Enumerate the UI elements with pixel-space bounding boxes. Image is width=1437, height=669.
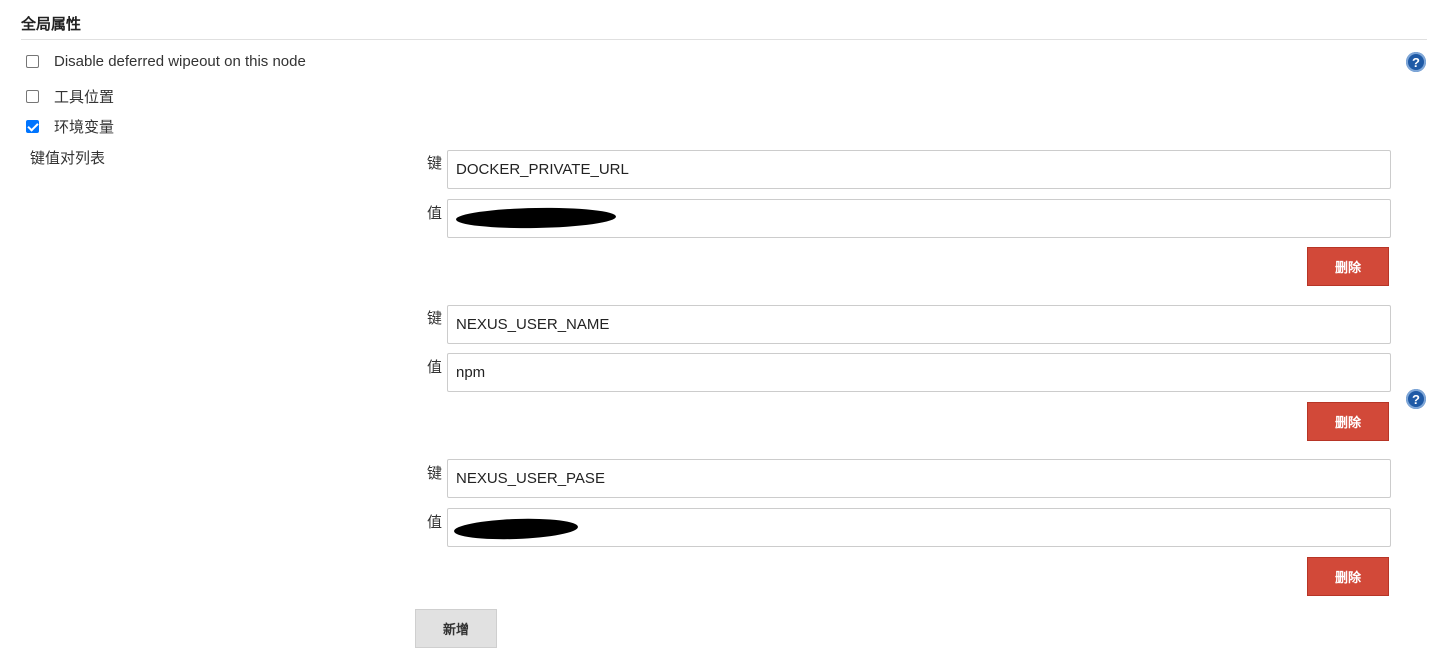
key-value-list-title: 键值对列表 xyxy=(30,150,106,167)
section-divider xyxy=(21,39,1427,40)
key-label: 键 xyxy=(427,155,443,172)
checkbox-icon[interactable] xyxy=(26,89,39,103)
env-value-input[interactable] xyxy=(447,199,1391,238)
env-key-input[interactable]: NEXUS_USER_NAME xyxy=(447,305,1391,344)
add-entry-button[interactable]: 新增 xyxy=(415,609,497,648)
delete-entry-button[interactable]: 删除 xyxy=(1307,557,1389,596)
env-key-input[interactable]: NEXUS_USER_PASE xyxy=(447,459,1391,498)
env-value-input[interactable]: npm xyxy=(447,353,1391,392)
redaction-mark xyxy=(455,206,617,230)
option-environment-variables[interactable]: 环境变量 xyxy=(26,116,114,136)
option-disable-deferred-wipeout[interactable]: Disable deferred wipeout on this node xyxy=(26,51,306,71)
delete-entry-button[interactable]: 删除 xyxy=(1307,247,1389,286)
option-label: Disable deferred wipeout on this node xyxy=(54,52,306,70)
help-icon[interactable]: ? xyxy=(1406,389,1426,409)
key-label: 键 xyxy=(427,465,443,482)
global-properties-page: 全局属性 Disable deferred wipeout on this no… xyxy=(0,0,1437,669)
checkbox-checked-icon[interactable] xyxy=(26,119,39,133)
redaction-mark xyxy=(453,516,579,542)
value-label: 值 xyxy=(427,205,443,222)
env-value-input[interactable] xyxy=(447,508,1391,547)
option-tool-location[interactable]: 工具位置 xyxy=(26,86,114,106)
section-title: 全局属性 xyxy=(21,16,82,33)
help-icon[interactable]: ? xyxy=(1406,52,1426,72)
option-label: 环境变量 xyxy=(54,118,115,136)
delete-entry-button[interactable]: 删除 xyxy=(1307,402,1389,441)
env-key-input[interactable]: DOCKER_PRIVATE_URL xyxy=(447,150,1391,189)
option-label: 工具位置 xyxy=(54,88,115,106)
value-label: 值 xyxy=(427,359,443,376)
checkbox-icon[interactable] xyxy=(26,54,39,68)
key-label: 键 xyxy=(427,310,443,327)
value-label: 值 xyxy=(427,514,443,531)
